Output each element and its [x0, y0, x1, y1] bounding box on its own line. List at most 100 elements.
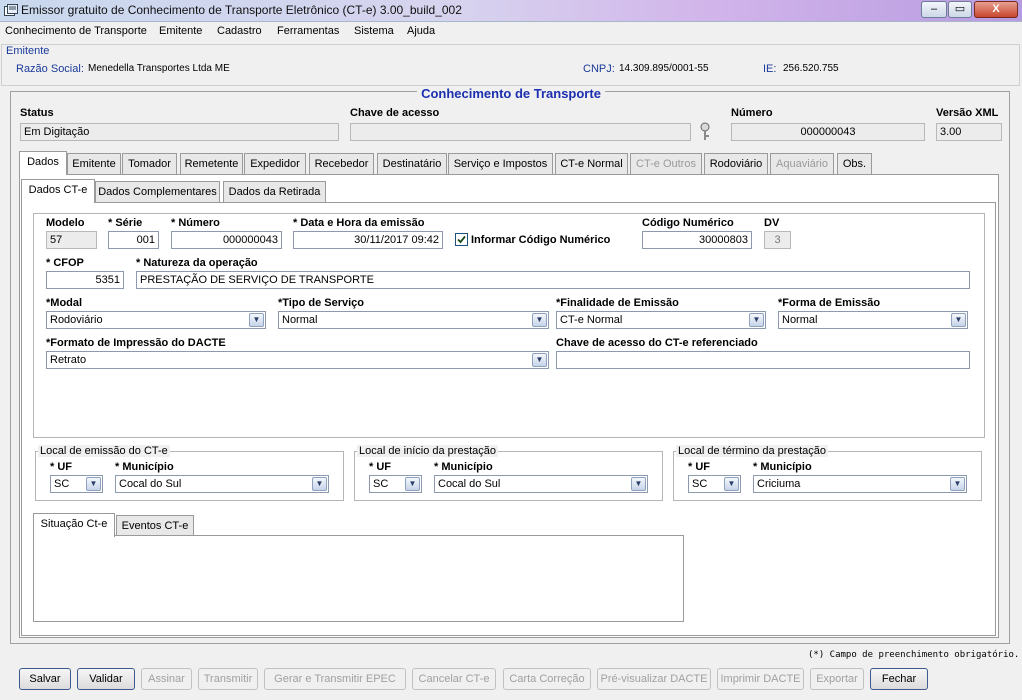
- numero-header-field: 000000043: [731, 123, 925, 141]
- fechar-button[interactable]: Fechar: [870, 668, 928, 690]
- forma-emissao-label: *Forma de Emissão: [778, 297, 881, 309]
- tab-destinatario[interactable]: Destinatário: [377, 153, 447, 175]
- menu-emitente[interactable]: Emitente: [159, 25, 202, 37]
- close-window-button[interactable]: X: [974, 1, 1018, 18]
- gerar-transmitir-epec-button[interactable]: Gerar e Transmitir EPEC: [264, 668, 406, 690]
- tab-dados-complementares[interactable]: Dados Complementares: [95, 181, 220, 203]
- tab-dados[interactable]: Dados: [19, 151, 67, 175]
- tab-expedidor[interactable]: Expedidor: [244, 153, 306, 175]
- tab-eventos-cte[interactable]: Eventos CT-e: [116, 515, 194, 537]
- menu-ferramentas[interactable]: Ferramentas: [277, 25, 339, 37]
- inicio-uf-label: * UF: [369, 461, 391, 473]
- status-field: Em Digitação: [20, 123, 339, 141]
- salvar-button[interactable]: Salvar: [19, 668, 71, 690]
- informar-codigo-label: Informar Código Numérico: [471, 234, 611, 246]
- modelo-label: Modelo: [46, 217, 85, 229]
- minimize-button[interactable]: –: [921, 1, 947, 18]
- serie-field[interactable]: 001: [108, 231, 159, 249]
- modal-select-value: Rodoviário: [50, 314, 103, 326]
- chevron-down-icon[interactable]: ▼: [312, 477, 327, 491]
- tab-remetente[interactable]: Remetente: [180, 153, 243, 175]
- page-title: Conhecimento de Transporte: [0, 86, 1022, 101]
- validar-button[interactable]: Validar: [77, 668, 135, 690]
- finalidade-emissao-select[interactable]: CT-e Normal ▼: [556, 311, 766, 329]
- menu-cadastro[interactable]: Cadastro: [217, 25, 262, 37]
- maximize-button[interactable]: ▭: [948, 1, 972, 18]
- natureza-operacao-label: * Natureza da operação: [136, 257, 258, 269]
- tab-tomador[interactable]: Tomador: [122, 153, 177, 175]
- formato-dacte-select[interactable]: Retrato ▼: [46, 351, 549, 369]
- carta-correcao-button[interactable]: Carta Correção: [503, 668, 591, 690]
- chevron-down-icon[interactable]: ▼: [249, 313, 264, 327]
- formato-dacte-select-value: Retrato: [50, 354, 87, 366]
- cfop-field[interactable]: 5351: [46, 271, 124, 289]
- termino-municipio-value: Criciuma: [757, 478, 801, 490]
- tab-dados-cte[interactable]: Dados CT-e: [21, 179, 95, 203]
- inicio-uf-select[interactable]: SC ▼: [369, 475, 422, 493]
- chevron-down-icon[interactable]: ▼: [532, 313, 547, 327]
- data-emissao-label: * Data e Hora da emissão: [293, 217, 425, 229]
- codigo-numerico-label: Código Numérico: [642, 217, 734, 229]
- natureza-operacao-field[interactable]: PRESTAÇÃO DE SERVIÇO DE TRANSPORTE: [136, 271, 970, 289]
- menu-conhecimento[interactable]: Conhecimento de Transporte: [5, 25, 147, 37]
- cnpj-value: 14.309.895/0001-55: [619, 63, 709, 74]
- cnpj-label: CNPJ:: [583, 63, 615, 75]
- assinar-button[interactable]: Assinar: [141, 668, 192, 690]
- cfop-label: * CFOP: [46, 257, 84, 269]
- checkmark-icon: [457, 235, 466, 244]
- tab-dados-retirada[interactable]: Dados da Retirada: [223, 181, 326, 203]
- termino-municipio-select[interactable]: Criciuma ▼: [753, 475, 967, 493]
- numero-label: * Número: [171, 217, 220, 229]
- chevron-down-icon[interactable]: ▼: [631, 477, 646, 491]
- tab-cte-outros: CT-e Outros: [630, 153, 702, 175]
- menu-sistema[interactable]: Sistema: [354, 25, 394, 37]
- inicio-municipio-value: Cocal do Sul: [438, 478, 501, 490]
- pre-visualizar-dacte-button[interactable]: Pré-visualizar DACTE: [597, 668, 711, 690]
- emissao-municipio-label: * Município: [115, 461, 174, 473]
- transmitir-button[interactable]: Transmitir: [198, 668, 258, 690]
- local-inicio-title: Local de início da prestação: [357, 445, 498, 457]
- emissao-uf-value: SC: [54, 478, 70, 490]
- chave-acesso-field: [350, 123, 691, 141]
- cancelar-cte-button[interactable]: Cancelar CT-e: [412, 668, 496, 690]
- exportar-button[interactable]: Exportar: [810, 668, 864, 690]
- emitente-group-label: Emitente: [6, 45, 50, 57]
- modelo-field: 57: [46, 231, 97, 249]
- termino-uf-value: SC: [692, 478, 708, 490]
- chevron-down-icon[interactable]: ▼: [749, 313, 764, 327]
- tipo-servico-select[interactable]: Normal ▼: [278, 311, 549, 329]
- tipo-servico-label: *Tipo de Serviço: [278, 297, 364, 309]
- tab-rodoviario[interactable]: Rodoviário: [704, 153, 768, 175]
- codigo-numerico-field[interactable]: 30000803: [642, 231, 752, 249]
- chevron-down-icon[interactable]: ▼: [951, 313, 966, 327]
- data-emissao-field[interactable]: 30/11/2017 09:42: [293, 231, 443, 249]
- chevron-down-icon[interactable]: ▼: [724, 477, 739, 491]
- emissao-municipio-select[interactable]: Cocal do Sul ▼: [115, 475, 329, 493]
- termino-uf-select[interactable]: SC ▼: [688, 475, 741, 493]
- menu-ajuda[interactable]: Ajuda: [407, 25, 435, 37]
- chevron-down-icon[interactable]: ▼: [532, 353, 547, 367]
- key-icon[interactable]: [697, 122, 713, 142]
- forma-emissao-select[interactable]: Normal ▼: [778, 311, 968, 329]
- tab-servico-impostos[interactable]: Serviço e Impostos: [448, 153, 553, 175]
- emissao-uf-select[interactable]: SC ▼: [50, 475, 103, 493]
- tab-recebedor[interactable]: Recebedor: [309, 153, 374, 175]
- required-footnote: (*) Campo de preenchimento obrigatório.: [808, 650, 1020, 660]
- tab-situacao-cte[interactable]: Situação Ct-e: [33, 513, 115, 537]
- chave-referenciado-field[interactable]: [556, 351, 970, 369]
- modal-select[interactable]: Rodoviário ▼: [46, 311, 266, 329]
- dv-label: DV: [764, 217, 780, 229]
- tab-obs[interactable]: Obs.: [837, 153, 872, 175]
- chevron-down-icon[interactable]: ▼: [86, 477, 101, 491]
- termino-municipio-label: * Município: [753, 461, 812, 473]
- tab-cte-normal[interactable]: CT-e Normal: [555, 153, 628, 175]
- tab-emitente[interactable]: Emitente: [67, 153, 121, 175]
- chevron-down-icon[interactable]: ▼: [405, 477, 420, 491]
- informar-codigo-checkbox[interactable]: [455, 233, 468, 246]
- app-icon: [4, 4, 18, 16]
- numero-field[interactable]: 000000043: [171, 231, 282, 249]
- inicio-municipio-select[interactable]: Cocal do Sul ▼: [434, 475, 648, 493]
- chevron-down-icon[interactable]: ▼: [950, 477, 965, 491]
- imprimir-dacte-button[interactable]: Imprimir DACTE: [717, 668, 804, 690]
- local-termino-title: Local de término da prestação: [676, 445, 828, 457]
